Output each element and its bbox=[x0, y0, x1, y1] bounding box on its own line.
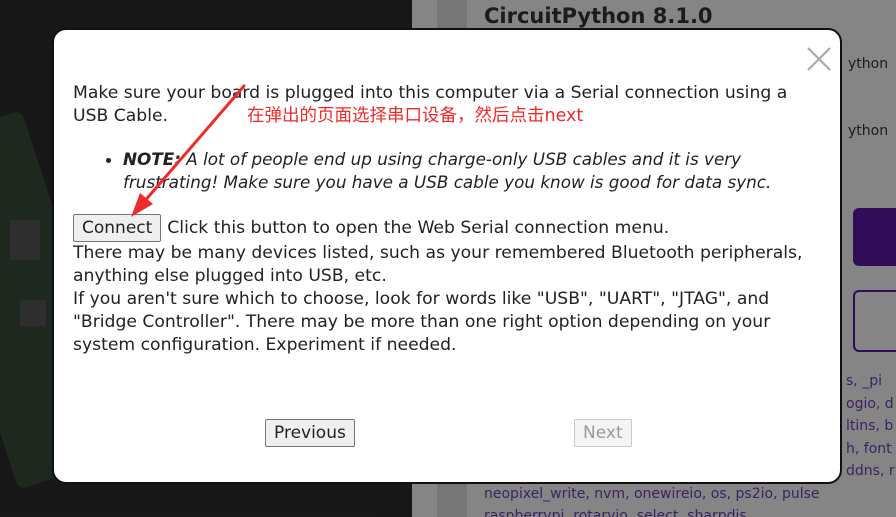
previous-button[interactable]: Previous bbox=[265, 419, 355, 447]
note-list: NOTE: A lot of people end up using charg… bbox=[73, 148, 823, 194]
close-button[interactable] bbox=[804, 44, 834, 74]
devices-text: There may be many devices listed, such a… bbox=[73, 243, 803, 286]
annotation-text: 在弹出的页面选择串口设备，然后点击next bbox=[247, 106, 584, 126]
note-label: NOTE: bbox=[123, 149, 181, 169]
close-icon bbox=[807, 47, 831, 71]
serial-connect-dialog: Make sure your board is plugged into thi… bbox=[52, 28, 842, 484]
connect-description: Click this button to open the Web Serial… bbox=[167, 217, 670, 238]
choose-text: If you aren't sure which to choose, look… bbox=[73, 289, 771, 355]
note-text: A lot of people end up using charge-only… bbox=[123, 149, 772, 192]
connect-button[interactable]: Connect bbox=[73, 214, 162, 242]
next-button: Next bbox=[574, 419, 632, 447]
connect-row: Connect Click this button to open the We… bbox=[73, 214, 823, 242]
note-item: NOTE: A lot of people end up using charg… bbox=[123, 148, 823, 194]
screen: CircuitPython 8.1.0 ython ython s, _pi o… bbox=[0, 0, 896, 517]
